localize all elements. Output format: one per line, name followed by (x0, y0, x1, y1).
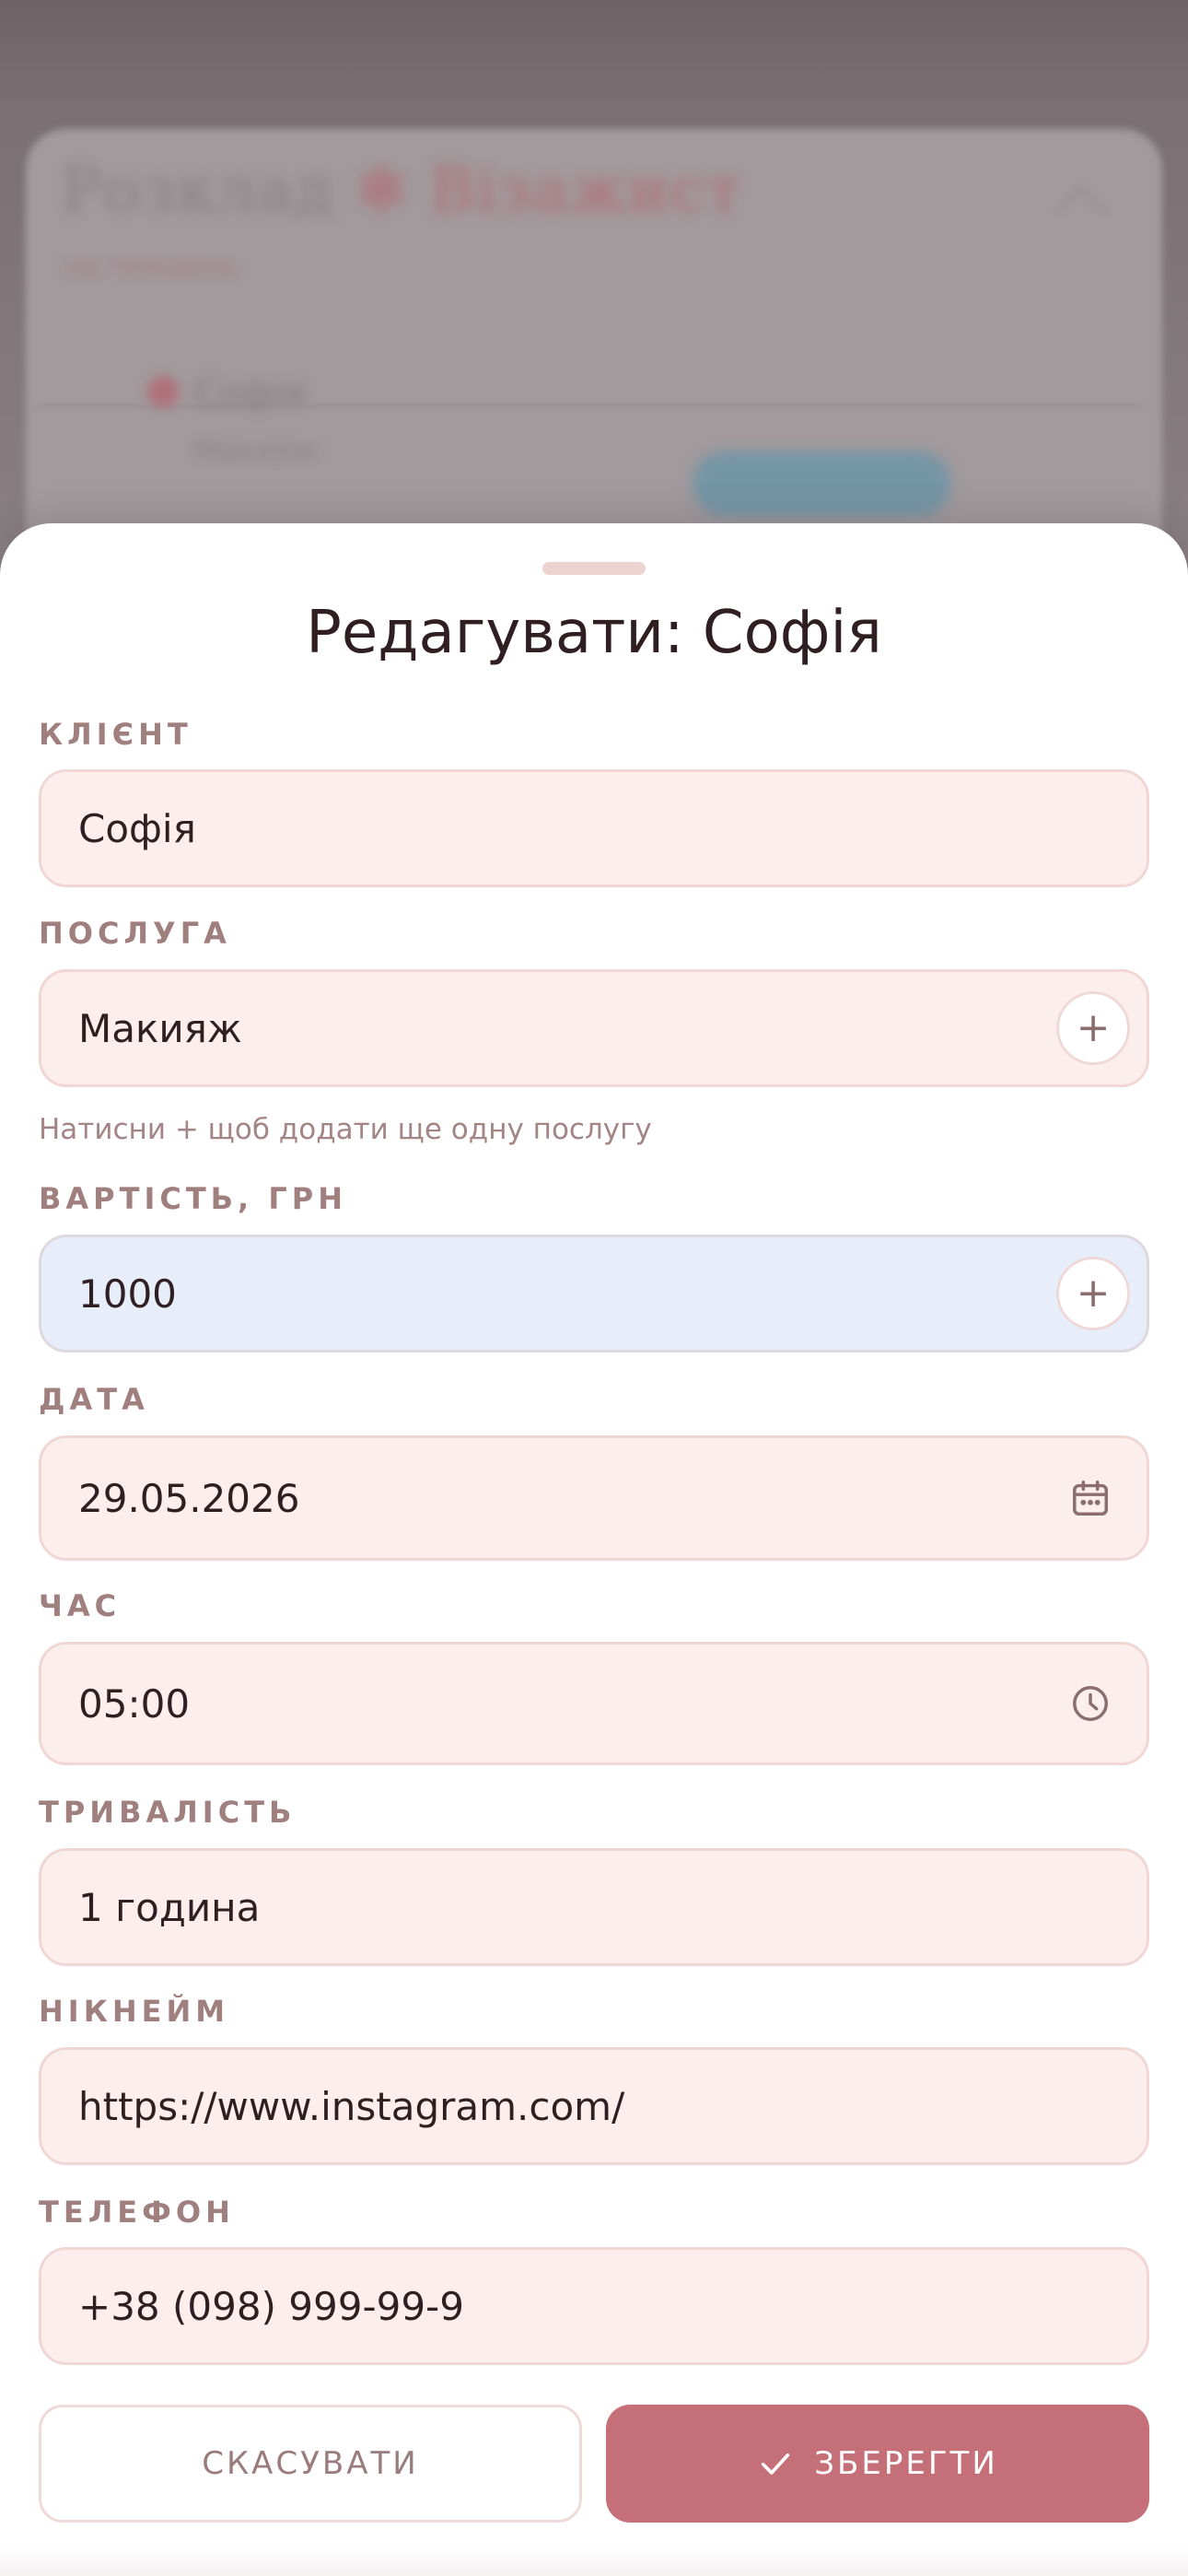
time-field[interactable]: 05:00 (39, 1642, 1149, 1765)
background-title-part1: Розклад (61, 155, 335, 226)
background-title: Розклад ✻ Візажист (61, 155, 742, 226)
nickname-value: https://www.instagram.com/ (78, 2083, 625, 2129)
cancel-label: СКАСУВАТИ (202, 2445, 419, 2482)
plus-icon: + (1076, 1004, 1111, 1051)
clock-icon[interactable] (1069, 1682, 1112, 1725)
phone-value: +38 (098) 999-99-9 (78, 2283, 464, 2329)
price-value: 1000 (78, 1270, 177, 1317)
phone-label: ТЕЛЕФОН (39, 2195, 235, 2230)
client-value: Софія (78, 805, 196, 851)
background-row-name: Софія (193, 373, 306, 416)
add-price-button[interactable]: + (1056, 1257, 1130, 1330)
duration-field[interactable]: 1 година (39, 1848, 1149, 1966)
phone-field[interactable]: +38 (098) 999-99-9 (39, 2247, 1149, 2365)
client-field[interactable]: Софія (39, 769, 1149, 887)
background-row-detail: Макияж (193, 433, 319, 468)
date-label: ДАТА (39, 1382, 149, 1417)
date-value: 29.05.2026 (78, 1475, 300, 1521)
save-button[interactable]: ЗБЕРЕГТИ (606, 2405, 1149, 2523)
background-app: Розклад ✻ Візажист на тиждень Софія Маки… (0, 0, 1188, 608)
price-label: ВАРТІСТЬ, ГРН (39, 1181, 347, 1216)
check-icon (762, 2453, 790, 2475)
background-subtitle: на тиждень (64, 251, 239, 283)
cancel-button[interactable]: СКАСУВАТИ (39, 2405, 582, 2523)
sheet-grabber[interactable] (542, 562, 646, 575)
edit-sheet: Редагувати: Софія КЛІЄНТ Софія ПОСЛУГА М… (0, 523, 1188, 2576)
plus-icon: + (1076, 1270, 1111, 1317)
background-dot (147, 376, 179, 407)
background-pill (693, 451, 950, 516)
add-service-button[interactable]: + (1056, 991, 1130, 1065)
nickname-field[interactable]: https://www.instagram.com/ (39, 2047, 1149, 2165)
time-label: ЧАС (39, 1588, 122, 1623)
service-field[interactable]: Макияж + (39, 969, 1149, 1087)
time-value: 05:00 (78, 1680, 191, 1727)
background-title-accent: ✻ (355, 155, 409, 226)
price-field[interactable]: 1000 + (39, 1235, 1149, 1352)
service-label: ПОСЛУГА (39, 916, 231, 951)
save-label: ЗБЕРЕГТИ (814, 2445, 998, 2482)
duration-label: ТРИВАЛІСТЬ (39, 1795, 297, 1830)
nickname-label: НІКНЕЙМ (39, 1994, 230, 2029)
duration-value: 1 година (78, 1884, 261, 1930)
bottom-fade (0, 2547, 1188, 2576)
service-value: Макияж (78, 1005, 242, 1051)
sheet-title: Редагувати: Софія (306, 599, 882, 667)
client-label: КЛІЄНТ (39, 717, 192, 752)
background-title-part2: Візажист (429, 155, 742, 226)
service-hint: Натисни + щоб додати ще одну послугу (39, 1113, 652, 1146)
date-field[interactable]: 29.05.2026 (39, 1435, 1149, 1561)
calendar-icon[interactable] (1069, 1477, 1112, 1519)
